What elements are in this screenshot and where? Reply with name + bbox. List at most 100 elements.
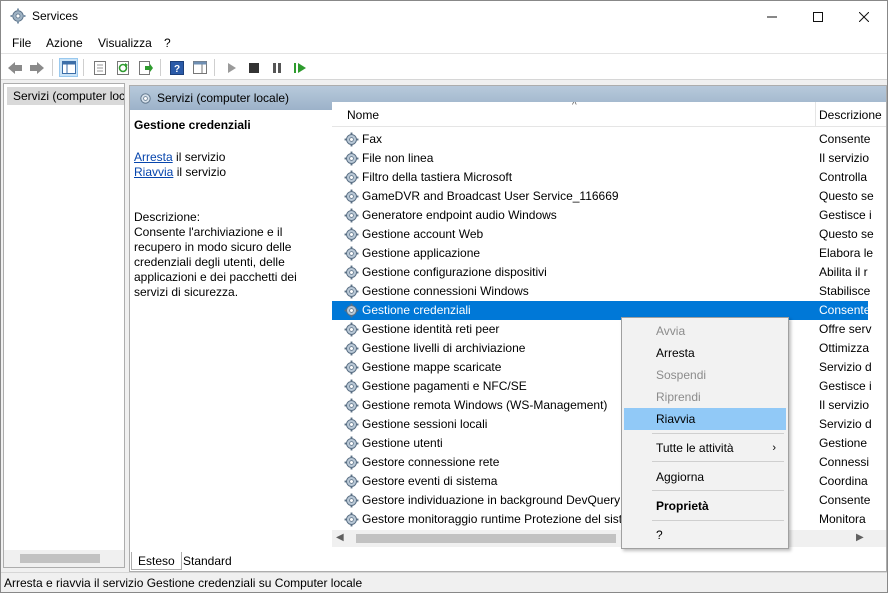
ctx-arresta[interactable]: Arresta — [624, 342, 786, 364]
show-action-pane-button[interactable] — [190, 58, 209, 77]
services-gear-icon — [140, 92, 151, 104]
pane-header-title: Servizi (computer locale) — [157, 91, 290, 105]
status-bar: Arresta e riavvia il servizio Gestione c… — [1, 572, 887, 592]
stop-service-link[interactable]: Arresta — [134, 150, 173, 164]
service-gear-icon — [344, 132, 359, 147]
menu-item-label: Avvia — [656, 324, 686, 338]
service-name: Gestione account Web — [362, 227, 484, 241]
tab-esteso[interactable]: Esteso — [131, 552, 182, 570]
service-name: Gestore monitoraggio runtime Protezione … — [362, 512, 646, 526]
table-row[interactable]: Gestione applicazione Elabora le — [332, 244, 873, 263]
service-name: Gestione livelli di archiviazione — [362, 341, 526, 355]
tab-label: Esteso — [138, 553, 175, 568]
stop-action-line: Arresta il servizio — [134, 150, 225, 164]
tab-standard[interactable]: Standard — [177, 552, 238, 570]
restart-service-link[interactable]: Riavvia — [134, 165, 173, 179]
maximize-button[interactable] — [795, 1, 841, 32]
help-button[interactable]: ? — [167, 58, 186, 77]
menu-bar: File Azione Visualizza ? — [1, 32, 887, 53]
service-description: Offre serv — [819, 322, 872, 336]
column-header-name[interactable]: Nome — [347, 108, 379, 122]
scroll-left-arrow-icon[interactable]: ◀ — [336, 532, 344, 543]
ctx-riavvia[interactable]: Riavvia — [624, 408, 786, 430]
forward-arrow-icon — [29, 61, 44, 74]
service-gear-icon — [344, 379, 359, 394]
tree-item-services-local[interactable]: Servizi (computer locale) — [7, 87, 124, 105]
export-list-button[interactable] — [136, 58, 155, 77]
service-description: Controlla — [819, 170, 868, 184]
service-gear-icon — [344, 227, 359, 242]
table-row[interactable]: Gestione configurazione dispositivi Abili… — [332, 263, 868, 282]
help-book-icon: ? — [169, 60, 184, 75]
service-name: Gestione mappe scaricate — [362, 360, 502, 374]
properties-button[interactable] — [90, 58, 109, 77]
back-button[interactable] — [5, 58, 24, 77]
service-gear-icon — [344, 208, 359, 223]
restart-play-icon — [293, 62, 306, 73]
service-gear-icon — [344, 417, 359, 432]
table-row[interactable]: GameDVR and Broadcast User Service_11666… — [332, 187, 874, 206]
table-row[interactable]: Gestione account Web Questo se — [332, 225, 874, 244]
ctx-help[interactable]: ? — [624, 524, 786, 546]
service-description: Elabora le — [819, 246, 874, 260]
menu-item-label: Arresta — [656, 346, 695, 360]
table-row[interactable]: File non linea Il servizio — [332, 149, 870, 168]
service-gear-icon — [344, 493, 359, 508]
scroll-thumb[interactable] — [20, 554, 100, 563]
restart-service-button[interactable] — [290, 58, 309, 77]
service-name: GameDVR and Broadcast User Service_11666… — [362, 189, 619, 203]
service-description: Servizio d — [819, 360, 872, 374]
list-column-header: ^ Nome Descrizione — [332, 102, 886, 127]
forward-button[interactable] — [27, 58, 46, 77]
table-row[interactable]: Generatore endpoint audio Windows Gestisc… — [332, 206, 872, 225]
menu-separator — [652, 433, 784, 434]
pause-icon — [272, 62, 281, 73]
menu-help[interactable]: ? — [164, 36, 171, 50]
refresh-button[interactable] — [113, 58, 132, 77]
service-gear-icon — [344, 322, 359, 337]
service-description: Il servizio — [819, 151, 870, 165]
submenu-arrow-icon: › — [772, 442, 776, 454]
ctx-avvia: Avvia — [624, 320, 786, 342]
menu-azione[interactable]: Azione — [46, 36, 83, 50]
column-divider[interactable] — [815, 102, 816, 127]
horizontal-scrollbar[interactable]: ◀ ▶ — [332, 530, 886, 547]
pause-service-button[interactable] — [267, 58, 286, 77]
description-text: Consente l'archiviazione e il recupero i… — [134, 225, 297, 299]
column-header-description[interactable]: Descrizione — [819, 108, 882, 122]
service-name: Gestione sessioni locali — [362, 417, 488, 431]
ctx-tutte-le-attivita[interactable]: Tutte le attività › — [624, 437, 786, 459]
view-tabs: Esteso Standard — [129, 551, 887, 571]
sort-ascending-icon: ^ — [572, 102, 577, 111]
menu-file[interactable]: File — [12, 36, 31, 50]
service-gear-icon — [344, 436, 359, 451]
service-description: Ottimizza — [819, 341, 870, 355]
show-hide-console-tree-button[interactable] — [59, 58, 78, 77]
extended-description-pane: Gestione credenziali Arresta il servizio… — [130, 110, 330, 550]
selected-service-title: Gestione credenziali — [134, 118, 251, 132]
service-description: Stabilisce — [819, 284, 871, 298]
tab-label: Standard — [183, 554, 232, 568]
scroll-thumb[interactable] — [356, 534, 616, 543]
minimize-button[interactable] — [749, 1, 795, 32]
stop-service-button[interactable] — [244, 58, 263, 77]
title-bar: Services — [1, 1, 887, 32]
service-name: File non linea — [362, 151, 434, 165]
console-tree: Servizi (computer locale) — [3, 83, 125, 568]
table-row[interactable]: Gestione connessioni Windows Stabilisce — [332, 282, 871, 301]
maximize-icon — [813, 11, 823, 22]
properties-sheet-icon — [93, 60, 106, 75]
service-name: Gestione utenti — [362, 436, 443, 450]
close-button[interactable] — [841, 1, 887, 32]
toolbar-separator — [83, 59, 84, 76]
ctx-proprieta[interactable]: Proprietà — [624, 495, 786, 517]
tree-horizontal-scrollbar[interactable] — [4, 550, 124, 567]
table-row[interactable]: Filtro della tastiera Microsoft Controlla — [332, 168, 868, 187]
ctx-aggiorna[interactable]: Aggiorna — [624, 466, 786, 488]
menu-visualizza[interactable]: Visualizza — [98, 36, 152, 50]
start-service-button[interactable] — [222, 58, 241, 77]
table-row[interactable]: Fax Consente — [332, 130, 870, 149]
service-description: Il servizio — [819, 398, 870, 412]
menu-item-label: Sospendi — [656, 368, 707, 382]
scroll-right-arrow-icon[interactable]: ▶ — [856, 532, 864, 543]
